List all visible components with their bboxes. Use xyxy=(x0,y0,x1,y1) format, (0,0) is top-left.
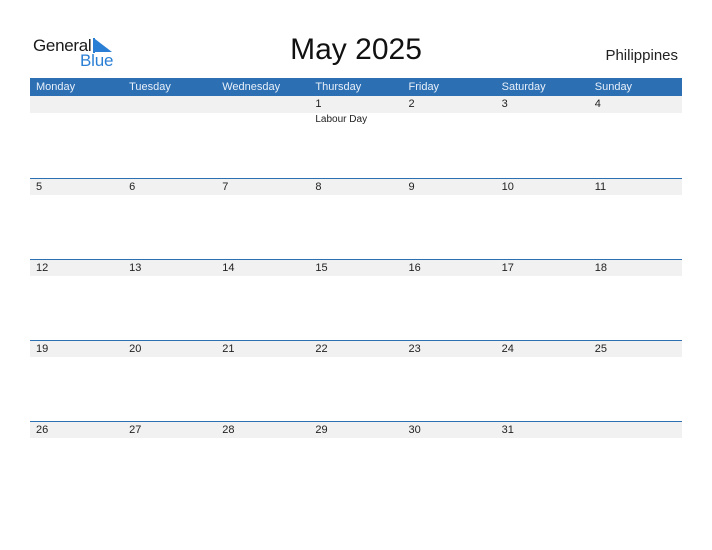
day-cell: 5 xyxy=(30,179,123,195)
day-cell: 9 xyxy=(403,179,496,195)
day-number: 15 xyxy=(315,262,328,274)
day-cell xyxy=(216,96,309,113)
day-cell xyxy=(589,422,682,438)
day-cell: 11 xyxy=(589,179,682,195)
day-number: 2 xyxy=(408,98,415,110)
day-cell: 30 xyxy=(403,422,496,438)
day-number: 23 xyxy=(408,343,421,355)
day-number: 18 xyxy=(594,262,607,274)
day-cell: 24 xyxy=(496,341,589,357)
day-cell: 7 xyxy=(216,179,309,195)
day-cell: 4 xyxy=(589,96,682,113)
day-cell xyxy=(123,96,216,113)
day-number: 6 xyxy=(129,181,136,193)
day-number: 27 xyxy=(129,424,142,436)
holiday-label: Labour Day xyxy=(315,114,368,125)
week-row: 19 20 21 22 23 24 25 xyxy=(30,340,682,421)
week-row: 5 6 7 8 9 10 11 xyxy=(30,178,682,259)
weekday-thursday: Thursday xyxy=(315,81,362,93)
day-number: 22 xyxy=(315,343,328,355)
weekday-saturday: Saturday xyxy=(501,81,546,93)
date-strip: 5 6 7 8 9 10 11 xyxy=(30,178,682,195)
day-number: 13 xyxy=(129,262,142,274)
day-cell xyxy=(30,96,123,113)
day-cell: 26 xyxy=(30,422,123,438)
day-number: 1 xyxy=(315,98,322,110)
day-number: 11 xyxy=(594,181,607,193)
day-number: 31 xyxy=(501,424,514,436)
day-cell: 10 xyxy=(496,179,589,195)
day-number: 5 xyxy=(36,181,43,193)
weekday-wednesday: Wednesday xyxy=(222,81,281,93)
day-number: 12 xyxy=(36,262,49,274)
day-cell: 31 xyxy=(496,422,589,438)
day-number: 4 xyxy=(594,98,601,110)
week-row: 12 13 14 15 16 17 18 xyxy=(30,259,682,340)
day-cell: 3 xyxy=(496,96,589,113)
day-cell: 20 xyxy=(123,341,216,357)
day-number: 30 xyxy=(408,424,421,436)
day-cell: 21 xyxy=(216,341,309,357)
day-cell: 8 xyxy=(309,179,402,195)
day-cell: 13 xyxy=(123,260,216,276)
day-number: 7 xyxy=(222,181,229,193)
day-cell: 22 xyxy=(309,341,402,357)
day-number: 19 xyxy=(36,343,49,355)
day-cell: 14 xyxy=(216,260,309,276)
day-number: 21 xyxy=(222,343,235,355)
day-number: 17 xyxy=(501,262,514,274)
day-number: 26 xyxy=(36,424,49,436)
day-number: 25 xyxy=(594,343,607,355)
day-cell: 27 xyxy=(123,422,216,438)
day-number: 3 xyxy=(501,98,508,110)
day-number: 28 xyxy=(222,424,235,436)
date-strip: 26 27 28 29 30 31 xyxy=(30,421,682,438)
day-cell: 23 xyxy=(403,341,496,357)
day-number: 8 xyxy=(315,181,322,193)
weekday-tuesday: Tuesday xyxy=(129,81,171,93)
day-number: 20 xyxy=(129,343,142,355)
day-number: 10 xyxy=(501,181,514,193)
weekday-header: Monday Tuesday Wednesday Thursday Friday… xyxy=(30,78,682,96)
calendar-grid: Monday Tuesday Wednesday Thursday Friday… xyxy=(30,78,682,502)
country-label: Philippines xyxy=(605,47,678,64)
day-number: 29 xyxy=(315,424,328,436)
day-number: 9 xyxy=(408,181,415,193)
day-number: 14 xyxy=(222,262,235,274)
day-cell: 2 xyxy=(403,96,496,113)
day-cell: 18 xyxy=(589,260,682,276)
week-row: 1 Labour Day 2 3 4 xyxy=(30,96,682,178)
day-cell: 25 xyxy=(589,341,682,357)
day-cell: 12 xyxy=(30,260,123,276)
day-cell: 29 xyxy=(309,422,402,438)
day-cell: 6 xyxy=(123,179,216,195)
day-cell: 1 Labour Day xyxy=(309,96,402,125)
day-number: 24 xyxy=(501,343,514,355)
date-strip: 1 Labour Day 2 3 4 xyxy=(30,96,682,125)
day-cell: 15 xyxy=(309,260,402,276)
day-cell: 19 xyxy=(30,341,123,357)
weekday-friday: Friday xyxy=(408,81,440,93)
day-cell: 17 xyxy=(496,260,589,276)
day-cell: 16 xyxy=(403,260,496,276)
weekday-sunday: Sunday xyxy=(594,81,633,93)
date-strip: 19 20 21 22 23 24 25 xyxy=(30,340,682,357)
week-row: 26 27 28 29 30 31 xyxy=(30,421,682,502)
day-cell: 28 xyxy=(216,422,309,438)
weekday-monday: Monday xyxy=(36,81,76,93)
day-number: 16 xyxy=(408,262,421,274)
date-strip: 12 13 14 15 16 17 18 xyxy=(30,259,682,276)
